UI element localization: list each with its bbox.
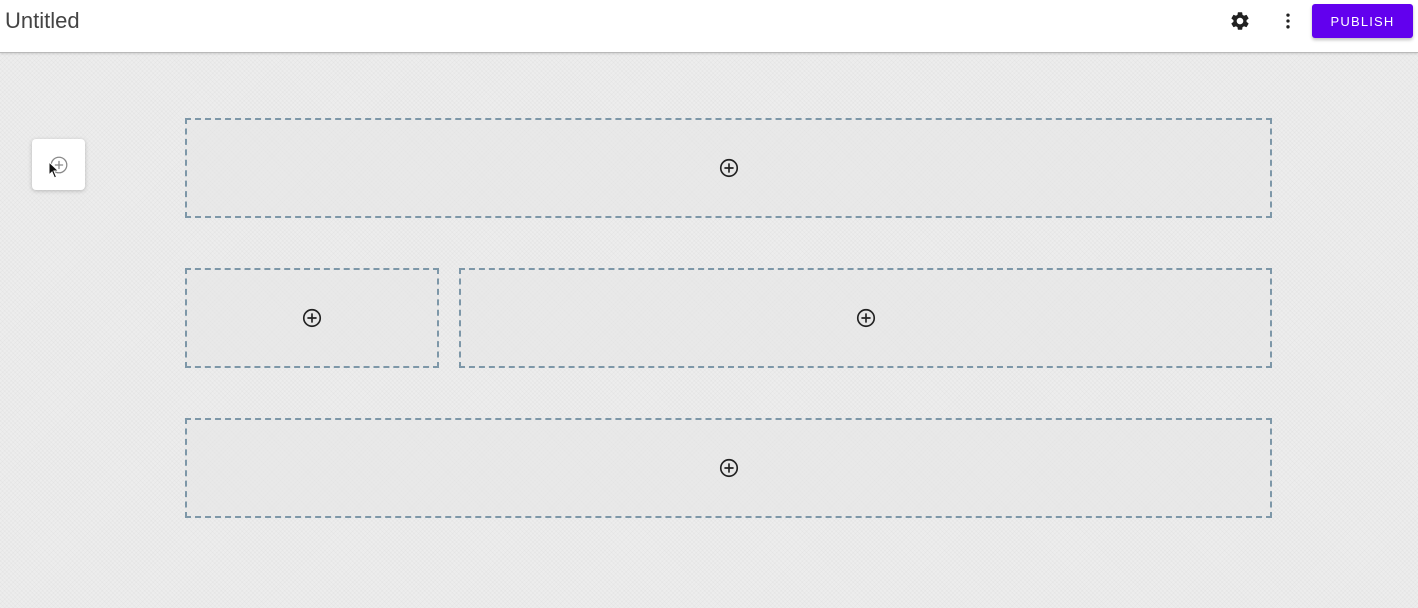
add-circle-icon <box>302 308 322 328</box>
more-options-button[interactable] <box>1274 9 1302 33</box>
more-vert-icon <box>1286 13 1290 29</box>
add-circle-icon <box>50 156 67 173</box>
layout-zone-row-1[interactable] <box>185 118 1272 218</box>
layout-zone-row-2-right[interactable] <box>459 268 1272 368</box>
layout-zone-row-2-left[interactable] <box>185 268 439 368</box>
document-title[interactable]: Untitled <box>5 8 80 34</box>
gear-icon <box>1231 12 1249 30</box>
publish-button[interactable]: PUBLISH <box>1312 4 1413 38</box>
app-bar: Untitled PUBLISH <box>0 0 1418 53</box>
settings-button[interactable] <box>1226 9 1254 33</box>
add-circle-icon <box>719 458 738 478</box>
layout-zone-row-3[interactable] <box>185 418 1272 518</box>
add-block-button[interactable] <box>32 139 85 190</box>
add-circle-icon <box>719 158 738 178</box>
add-circle-icon <box>856 308 875 328</box>
